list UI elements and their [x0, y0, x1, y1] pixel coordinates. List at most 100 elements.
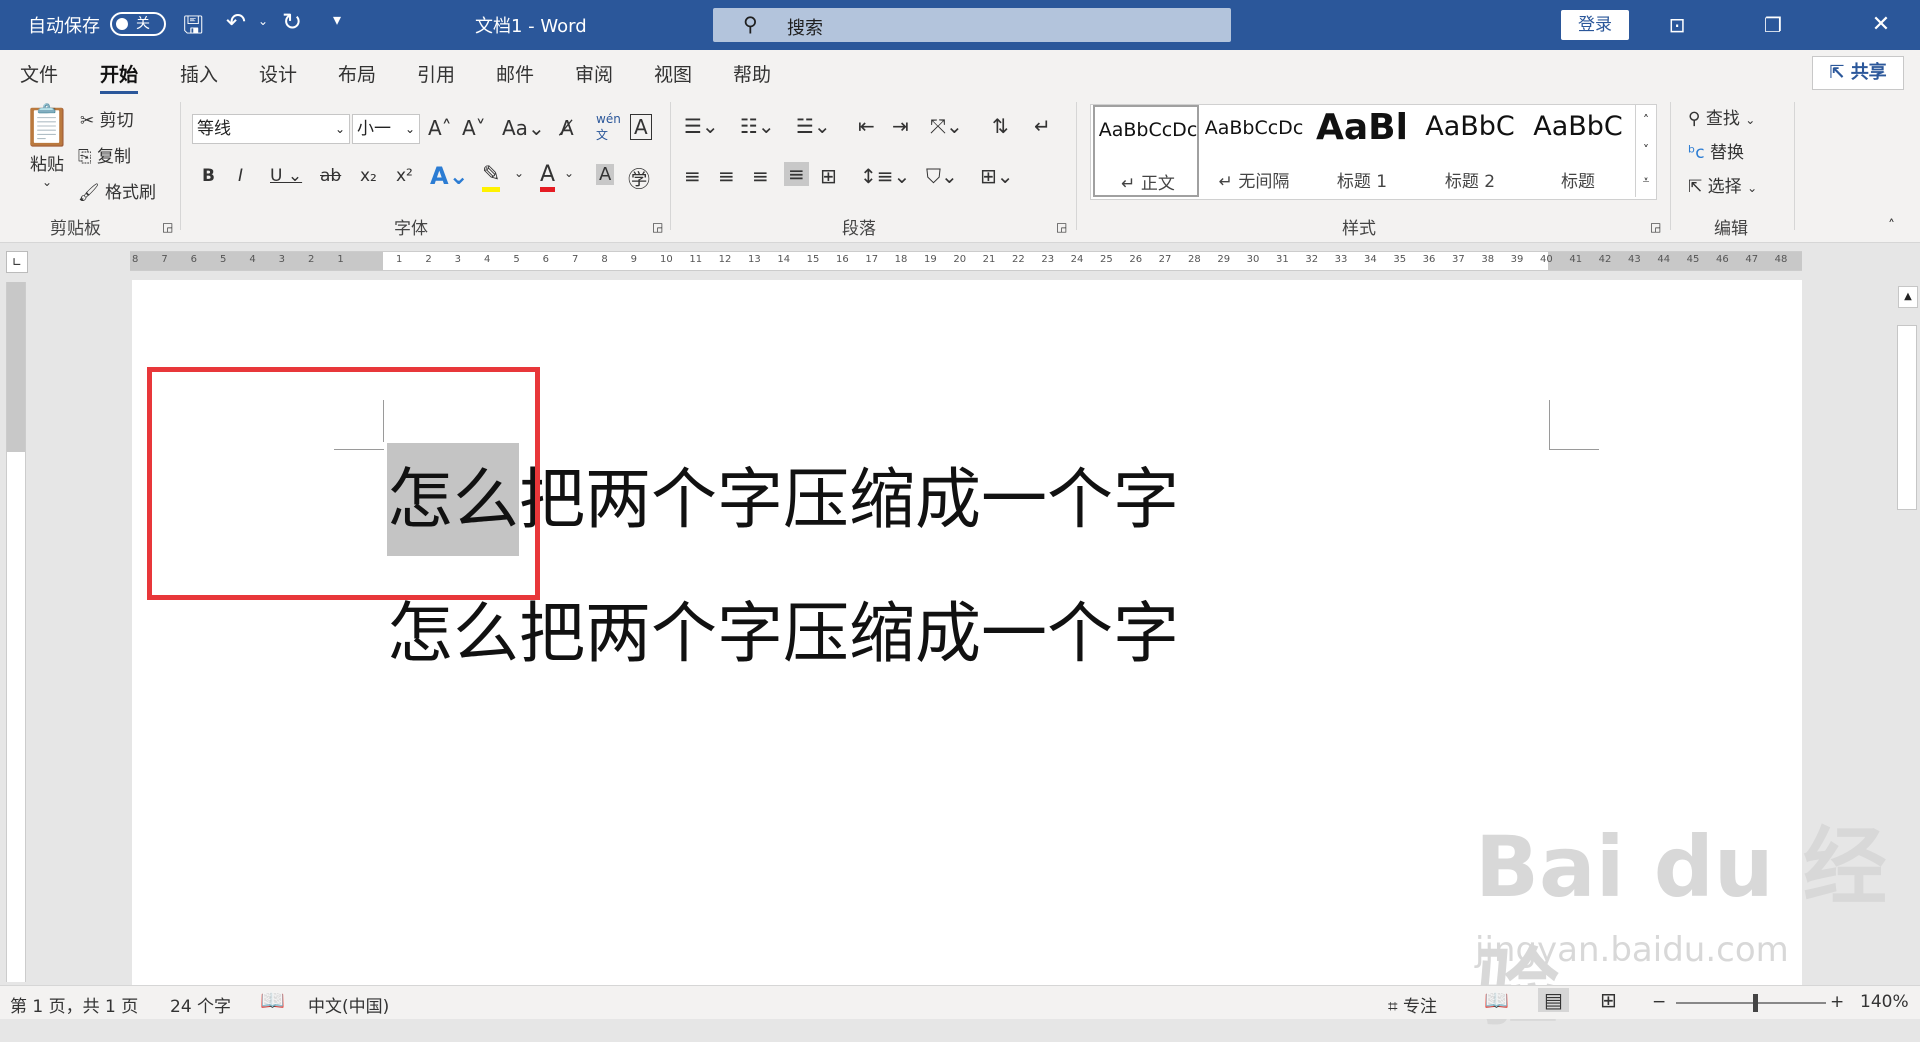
tab-insert[interactable]: 插入: [180, 60, 218, 87]
zoom-level[interactable]: 140%: [1860, 992, 1909, 1012]
justify-icon[interactable]: ≡: [784, 162, 809, 186]
highlight-color-icon[interactable]: ✎: [482, 162, 501, 192]
tab-mailings[interactable]: 邮件: [496, 60, 534, 87]
decrease-indent-icon[interactable]: ⇤: [858, 114, 875, 138]
enclose-characters-icon[interactable]: ㊫: [628, 162, 650, 194]
save-icon[interactable]: 🖫: [183, 8, 203, 49]
status-bar: 第 1 页，共 1 页 24 个字 📖 中文(中国) ⌗ 专注 📖 ▤ ⊞ − …: [0, 985, 1920, 1019]
chevron-down-icon[interactable]: ⌄: [514, 166, 524, 180]
styles-scroll[interactable]: ˄ ˅ ⩡: [1635, 105, 1656, 197]
undo-dropdown-icon[interactable]: ⌄: [258, 14, 268, 28]
close-icon[interactable]: ✕: [1866, 10, 1896, 40]
restore-window-icon[interactable]: ❐: [1758, 10, 1788, 40]
italic-icon[interactable]: I: [238, 166, 243, 186]
zoom-slider-thumb[interactable]: [1753, 994, 1758, 1012]
language[interactable]: 中文(中国): [308, 992, 389, 1017]
align-left-icon[interactable]: ≡: [684, 164, 701, 188]
web-layout-icon[interactable]: ⊞: [1600, 988, 1617, 1012]
tab-view[interactable]: 视图: [654, 60, 692, 87]
zoom-slider[interactable]: [1676, 994, 1826, 1012]
shading-icon[interactable]: ⛉⌄: [926, 164, 958, 188]
style-normal[interactable]: AaBbCcDc ↵ 正文: [1093, 105, 1199, 197]
copy-button[interactable]: ⎘ 复制: [78, 142, 131, 167]
align-right-icon[interactable]: ≡: [752, 164, 769, 188]
undo-icon[interactable]: ↶: [226, 8, 246, 36]
numbering-icon[interactable]: ☷⌄: [740, 114, 775, 138]
chinese-layout-icon[interactable]: ⤧⌄: [930, 114, 963, 138]
ruler-tick-label: 3: [454, 254, 462, 265]
font-name-select[interactable]: 等线 ⌄: [192, 114, 350, 144]
sort-icon[interactable]: ⇅: [992, 114, 1009, 138]
align-center-icon[interactable]: ≡: [718, 164, 735, 188]
font-launcher-icon[interactable]: ◲: [652, 220, 663, 234]
search-box[interactable]: ⚲ 搜索: [713, 8, 1231, 42]
redo-icon[interactable]: ↻: [282, 8, 302, 36]
tab-design[interactable]: 设计: [259, 60, 297, 87]
increase-indent-icon[interactable]: ⇥: [892, 114, 909, 138]
style-heading-1[interactable]: AaBl 标题 1: [1309, 105, 1415, 197]
cut-button[interactable]: ✂ 剪切: [80, 106, 134, 131]
scroll-thumb[interactable]: [1897, 325, 1917, 510]
replace-button[interactable]: ᵇc 替换: [1688, 138, 1744, 163]
strikethrough-icon[interactable]: ab: [320, 166, 341, 186]
chevron-down-icon[interactable]: ⌄: [564, 166, 574, 180]
find-button[interactable]: ⚲ 查找 ⌄: [1688, 104, 1755, 129]
autosave-toggle[interactable]: 关: [110, 12, 166, 36]
font-color-icon[interactable]: A: [540, 162, 556, 192]
character-shading-icon[interactable]: A: [596, 164, 615, 185]
text-effects-icon[interactable]: A⌄: [430, 162, 469, 190]
line-spacing-icon[interactable]: ↕≡⌄: [860, 164, 910, 188]
share-button[interactable]: ⇱ 共享: [1812, 56, 1904, 90]
character-border-icon[interactable]: A: [630, 114, 652, 140]
tab-file[interactable]: 文件: [20, 60, 58, 87]
style-title[interactable]: AaBbC 标题: [1525, 105, 1631, 197]
format-painter-button[interactable]: 🖌 格式刷: [78, 178, 156, 203]
clipboard-launcher-icon[interactable]: ◲: [162, 220, 173, 234]
collapse-ribbon-icon[interactable]: ˄: [1888, 218, 1895, 234]
tab-selector-icon[interactable]: ∟: [6, 251, 28, 273]
ruler-scale[interactable]: 8 7 6 5 4 3 2 1 1 2 3 4 5 6 7 8 9 10 11 12 13 14 15 16 17 18 19 20 2…: [130, 251, 1802, 271]
multilevel-list-icon[interactable]: ☱⌄: [796, 114, 831, 138]
print-layout-icon[interactable]: ▤: [1538, 988, 1569, 1012]
superscript-icon[interactable]: x²: [396, 166, 413, 186]
distributed-icon[interactable]: ⊞: [820, 164, 837, 188]
tab-home[interactable]: 开始: [100, 60, 139, 94]
page-count[interactable]: 第 1 页，共 1 页: [10, 992, 138, 1017]
grow-font-icon[interactable]: A˄: [428, 116, 452, 140]
chevron-down-icon[interactable]: ˅: [1636, 135, 1656, 165]
style-heading-2[interactable]: AaBbC 标题 2: [1417, 105, 1523, 197]
change-case-icon[interactable]: Aa⌄: [502, 116, 545, 140]
phonetic-guide-icon[interactable]: wén 文: [596, 112, 621, 143]
borders-icon[interactable]: ⊞⌄: [980, 164, 1014, 188]
focus-mode-button[interactable]: ⌗ 专注: [1388, 992, 1437, 1017]
read-mode-icon[interactable]: 📖: [1484, 988, 1509, 1012]
more-styles-icon[interactable]: ⩡: [1636, 165, 1656, 195]
tab-review[interactable]: 审阅: [575, 60, 613, 87]
scroll-up-icon[interactable]: ▲: [1898, 286, 1918, 308]
tab-help[interactable]: 帮助: [733, 60, 771, 87]
word-count[interactable]: 24 个字: [170, 992, 231, 1017]
zoom-out-icon[interactable]: −: [1652, 992, 1666, 1012]
ribbon-display-options-icon[interactable]: ⊡: [1662, 10, 1692, 40]
tab-references[interactable]: 引用: [417, 60, 455, 87]
proofing-icon[interactable]: 📖: [260, 988, 285, 1012]
font-size-select[interactable]: 小一 ⌄: [352, 114, 420, 144]
subscript-icon[interactable]: x₂: [360, 166, 377, 186]
select-button[interactable]: ⇱ 选择 ⌄: [1688, 172, 1757, 197]
zoom-in-icon[interactable]: +: [1830, 992, 1844, 1012]
login-button[interactable]: 登录: [1561, 10, 1629, 40]
clear-formatting-icon[interactable]: A̸: [560, 116, 574, 140]
vertical-ruler-scale[interactable]: [6, 282, 26, 982]
show-paragraph-marks-icon[interactable]: ↵: [1034, 114, 1051, 138]
bold-icon[interactable]: B: [202, 166, 215, 186]
style-no-spacing[interactable]: AaBbCcDc ↵ 无间隔: [1201, 105, 1307, 197]
bullets-icon[interactable]: ☰⌄: [684, 114, 719, 138]
shrink-font-icon[interactable]: A˅: [462, 116, 486, 140]
styles-launcher-icon[interactable]: ◲: [1650, 220, 1661, 234]
tab-layout[interactable]: 布局: [338, 60, 376, 87]
chevron-up-icon[interactable]: ˄: [1636, 105, 1656, 135]
underline-icon[interactable]: U ⌄: [270, 166, 302, 186]
paragraph-launcher-icon[interactable]: ◲: [1056, 220, 1067, 234]
customize-toolbar-icon[interactable]: ▾: [333, 10, 341, 29]
paste-button[interactable]: 📋 粘贴 ⌄: [22, 102, 72, 189]
